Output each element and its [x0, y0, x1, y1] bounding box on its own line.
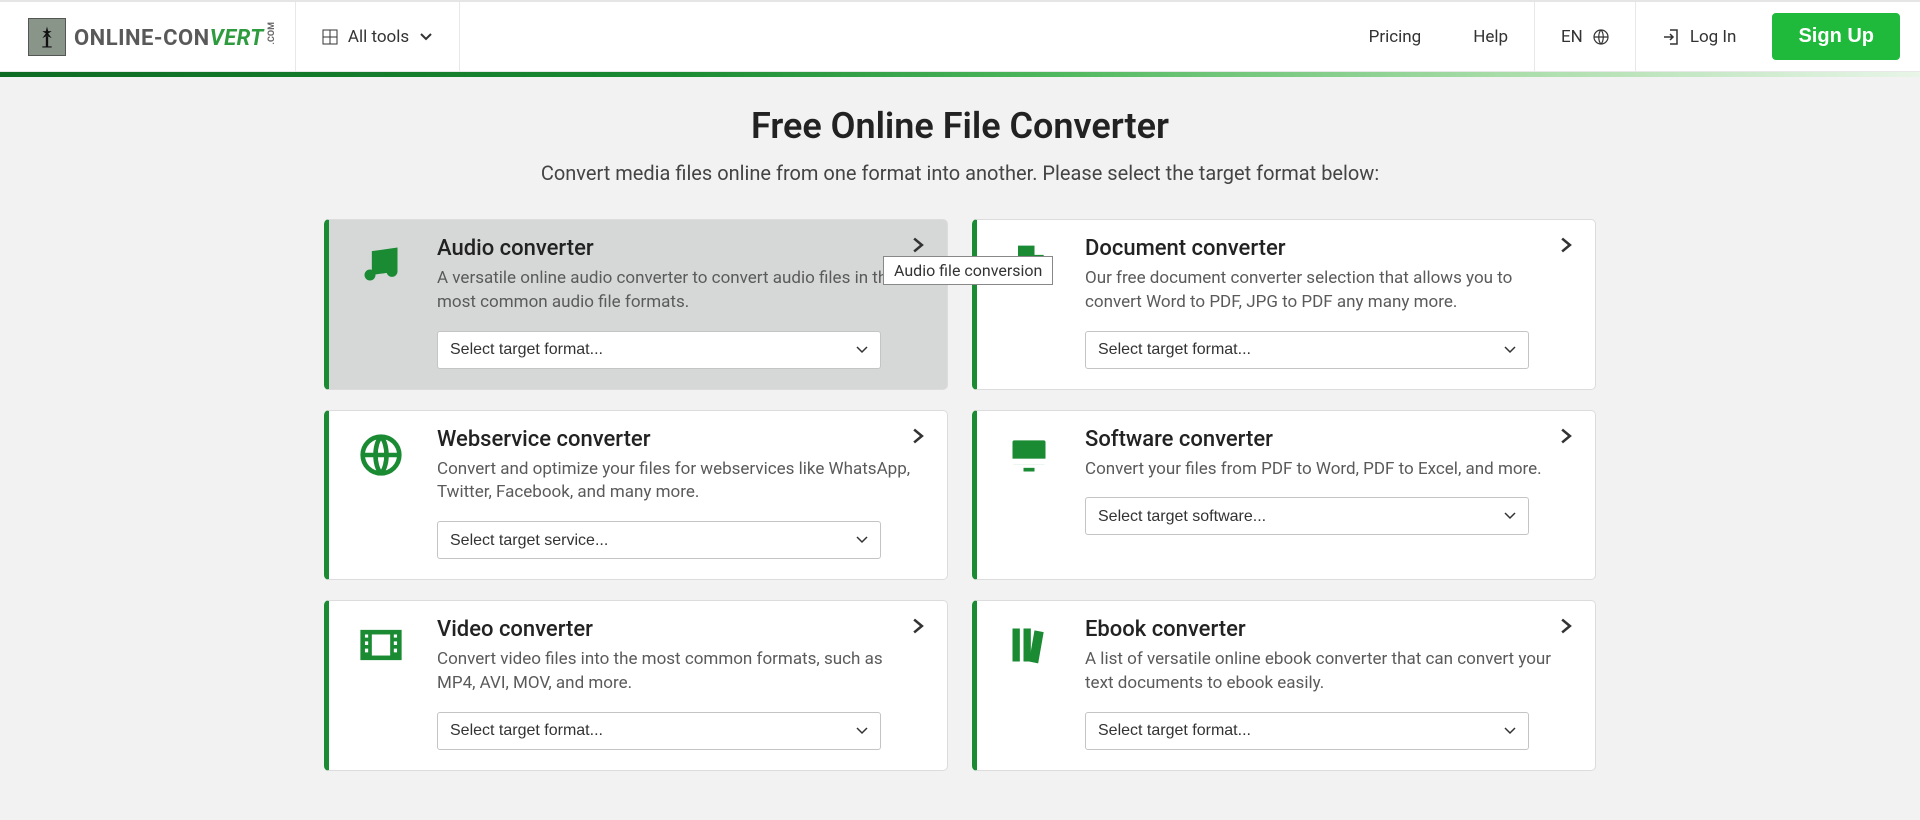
card-video-converter[interactable]: Video converter Convert video files into…: [324, 600, 948, 771]
page-subtitle: Convert media files online from one form…: [0, 161, 1920, 185]
globe-icon: [1593, 29, 1609, 45]
card-desc: Convert video files into the most common…: [437, 648, 925, 696]
login-icon: [1662, 28, 1680, 46]
monitor-icon: [999, 427, 1059, 560]
card-title: Audio converter: [437, 236, 925, 261]
logo-icon: [28, 18, 66, 56]
chevron-right-icon[interactable]: [1557, 236, 1575, 254]
chevron-right-icon[interactable]: [909, 236, 927, 254]
nav-help[interactable]: Help: [1447, 2, 1535, 71]
card-desc: Convert your files from PDF to Word, PDF…: [1085, 458, 1573, 482]
converter-grid: Audio file conversion Audio converter A …: [324, 219, 1596, 771]
chevron-down-icon: [419, 30, 433, 44]
logo-text-3: VERT: [210, 26, 264, 51]
select-target-format[interactable]: Select target format...: [437, 712, 881, 750]
music-icon: [351, 236, 411, 369]
card-title: Software converter: [1085, 427, 1573, 452]
chevron-right-icon[interactable]: [909, 617, 927, 635]
film-icon: [351, 617, 411, 750]
signup-button[interactable]: Sign Up: [1772, 13, 1900, 60]
card-desc: A list of versatile online ebook convert…: [1085, 648, 1573, 696]
card-title: Document converter: [1085, 236, 1573, 261]
card-document-converter[interactable]: Document converter Our free document con…: [972, 219, 1596, 390]
card-desc: A versatile online audio converter to co…: [437, 267, 925, 315]
nav-pricing[interactable]: Pricing: [1343, 2, 1448, 71]
chevron-right-icon[interactable]: [1557, 427, 1575, 445]
card-audio-converter[interactable]: Audio file conversion Audio converter A …: [324, 219, 948, 390]
card-desc: Our free document converter selection th…: [1085, 267, 1573, 315]
card-software-converter[interactable]: Software converter Convert your files fr…: [972, 410, 1596, 581]
chevron-right-icon[interactable]: [909, 427, 927, 445]
select-target-service[interactable]: Select target service...: [437, 521, 881, 559]
select-target-format[interactable]: Select target format...: [1085, 712, 1529, 750]
card-webservice-converter[interactable]: Webservice converter Convert and optimiz…: [324, 410, 948, 581]
nav-all-tools[interactable]: All tools: [296, 2, 460, 71]
navbar: ONLINE- CON VERT .COM All tools Pricing …: [0, 2, 1920, 72]
logo-text-1: ONLINE-: [74, 26, 163, 51]
nav-login-label: Log In: [1690, 27, 1737, 47]
tooltip: Audio file conversion: [883, 256, 1053, 285]
grid-icon: [322, 29, 338, 45]
logo[interactable]: ONLINE- CON VERT .COM: [0, 2, 296, 71]
chevron-right-icon[interactable]: [1557, 617, 1575, 635]
card-ebook-converter[interactable]: Ebook converter A list of versatile onli…: [972, 600, 1596, 771]
card-title: Video converter: [437, 617, 925, 642]
select-target-format[interactable]: Select target format...: [437, 331, 881, 369]
logo-text-2: CON: [163, 26, 210, 51]
select-target-format[interactable]: Select target format...: [1085, 331, 1529, 369]
globe-icon: [351, 427, 411, 560]
logo-text-4: .COM: [267, 22, 277, 45]
select-target-software[interactable]: Select target software...: [1085, 497, 1529, 535]
nav-language[interactable]: EN: [1535, 2, 1636, 71]
card-title: Webservice converter: [437, 427, 925, 452]
card-desc: Convert and optimize your files for webs…: [437, 458, 925, 506]
page-title: Free Online File Converter: [0, 105, 1920, 147]
books-icon: [999, 617, 1059, 750]
nav-all-tools-label: All tools: [348, 27, 409, 47]
nav-login[interactable]: Log In: [1636, 2, 1763, 71]
nav-lang-label: EN: [1561, 27, 1583, 47]
card-title: Ebook converter: [1085, 617, 1573, 642]
